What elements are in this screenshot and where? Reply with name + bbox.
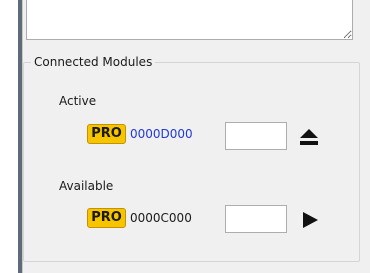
eject-button[interactable] [297,125,321,149]
available-module-id: 0000C000 [130,211,192,225]
active-module-id: 0000D000 [130,127,193,141]
active-label: Active [59,94,97,108]
active-module-input[interactable] [225,122,287,150]
pro-badge: PRO [87,124,126,144]
app-window: Connected Modules Active PRO 0000D000 Av… [0,0,370,273]
eject-icon [300,129,318,145]
available-module-input[interactable] [225,205,287,233]
play-icon [303,212,318,228]
log-textbox[interactable] [26,0,353,40]
play-button[interactable] [298,208,322,232]
connected-modules-group: Connected Modules [23,54,360,262]
pro-badge: PRO [87,208,126,228]
group-title: Connected Modules [31,54,156,70]
available-label: Available [59,179,114,193]
